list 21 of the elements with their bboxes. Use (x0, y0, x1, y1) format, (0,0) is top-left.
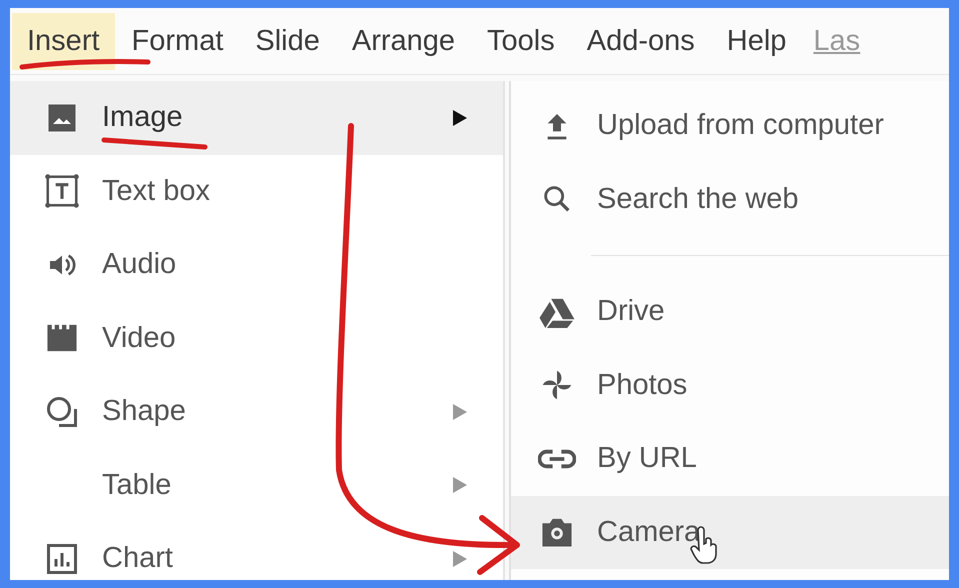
menu-bar-item[interactable]: Arrange (336, 12, 470, 70)
submenu-item[interactable]: Search the web (511, 162, 949, 236)
text-box-icon (43, 172, 81, 210)
menu-bar-item[interactable]: Help (712, 12, 802, 70)
menu-bar-item[interactable]: Slide (240, 12, 335, 70)
menu-item[interactable]: Chart (10, 522, 503, 580)
submenu-item[interactable]: Photos (511, 348, 949, 422)
menu-item[interactable]: Image (10, 81, 503, 154)
submenu-item[interactable]: Drive (511, 275, 949, 348)
submenu-item[interactable]: Upload from computer (511, 89, 949, 162)
menu-bar-item[interactable]: Tools (472, 12, 570, 70)
menu-item[interactable]: Table (10, 448, 503, 522)
menu-item[interactable]: Audio (10, 228, 503, 302)
submenu-item[interactable]: By URL (511, 422, 949, 496)
submenu-item[interactable]: Camera (511, 496, 949, 569)
menu-bar-item[interactable]: Add-ons (572, 12, 710, 70)
menu-item[interactable]: Text box (10, 154, 503, 228)
menu-item[interactable]: Shape (10, 375, 503, 448)
menu-bar-item[interactable]: Format (116, 12, 238, 70)
menu-item[interactable]: Video (10, 302, 503, 375)
menu-bar-item[interactable]: Insert (12, 12, 115, 70)
